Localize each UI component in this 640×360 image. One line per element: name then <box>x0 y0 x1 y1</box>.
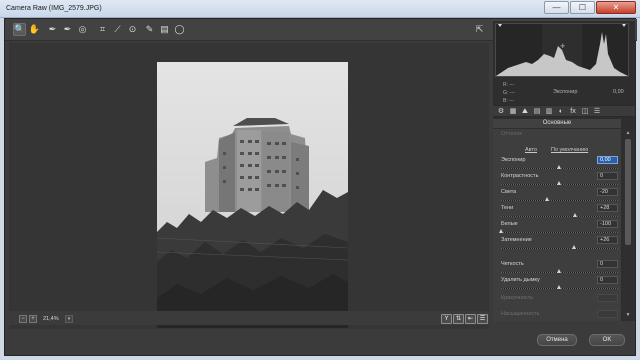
g-label: G: <box>503 90 509 96</box>
zoom-level: 21,4% <box>43 316 59 322</box>
highlights-input[interactable]: -20 <box>597 188 618 196</box>
scroll-thumb[interactable] <box>625 139 631 245</box>
camera-raw-dialog: 🔍 ✋ ✒ ✒ ◎ ⌗ ⟋ ⊙ ✎ ▤ ◯ ⇱ − + 21,4% ▾ Y ⇅ … <box>4 18 637 356</box>
graduated-filter-tool-icon[interactable]: ▤ <box>158 23 171 36</box>
svg-text:✚: ✚ <box>560 43 565 50</box>
blacks-input[interactable]: +26 <box>597 236 618 244</box>
swap-icon[interactable]: ⇅ <box>453 314 464 324</box>
zoom-tool-icon[interactable]: 🔍 <box>13 23 26 36</box>
r-label: R: <box>503 82 508 88</box>
tab-basic-icon[interactable]: ⚙ <box>497 108 505 116</box>
title-bar: Camera Raw (IMG_2579.JPG) — ☐ ✕ <box>0 0 640 18</box>
vibrance-label: Красочность <box>501 295 534 301</box>
dehaze-thumb[interactable] <box>557 285 561 289</box>
tint-label-faded: Оттенок <box>501 131 522 137</box>
g-value: --- <box>509 90 515 96</box>
right-panel: ✚ R: --- G: --- B: --- Экспонир 0,00 ⚙ ▦… <box>493 21 635 321</box>
clarity-thumb[interactable] <box>557 269 561 273</box>
histogram-graph: ✚ <box>496 24 628 76</box>
b-label: B: <box>503 98 508 104</box>
red-eye-tool-icon[interactable]: ⊙ <box>126 23 139 36</box>
panel-scrollbar[interactable]: ▲ ▼ <box>623 129 633 319</box>
contrast-input[interactable]: 0 <box>597 172 618 180</box>
highlights-thumb[interactable] <box>545 197 549 201</box>
cancel-button[interactable]: Отмена <box>537 334 577 346</box>
whites-input[interactable]: -100 <box>597 220 618 228</box>
scroll-down-icon[interactable]: ▼ <box>624 312 632 318</box>
shadows-thumb[interactable] <box>573 213 577 217</box>
auto-link[interactable]: Авто <box>525 147 537 153</box>
b-value: --- <box>509 98 515 104</box>
panel-tabs: ⚙ ▦ ⛰ ▤ ▥ ◐ fx ◫ ☰ <box>493 105 635 117</box>
window-title: Camera Raw (IMG_2579.JPG) <box>6 5 102 12</box>
tab-lens-icon[interactable]: ◐ <box>557 108 565 116</box>
blacks-label: Затемнение <box>501 237 532 243</box>
shadows-input[interactable]: +28 <box>597 204 618 212</box>
maximize-button[interactable]: ☐ <box>570 1 595 14</box>
copy-settings-icon[interactable]: ⇤ <box>465 314 476 324</box>
tab-tone-curve-icon[interactable]: ▦ <box>509 108 517 116</box>
scroll-up-icon[interactable]: ▲ <box>624 130 632 136</box>
minimize-button[interactable]: — <box>544 1 569 14</box>
saturation-input[interactable] <box>597 310 618 318</box>
ok-button[interactable]: OK <box>589 334 625 346</box>
highlights-label: Света <box>501 189 517 195</box>
exposure-readout-value: 0,00 <box>613 89 624 95</box>
blacks-thumb[interactable] <box>572 245 576 249</box>
rgb-readout: R: --- G: --- B: --- <box>503 81 515 105</box>
adjustment-brush-tool-icon[interactable]: ✎ <box>143 23 156 36</box>
before-after-y-icon[interactable]: Y <box>441 314 452 324</box>
zoom-dropdown-icon[interactable]: ▾ <box>65 315 73 323</box>
blacks-slider[interactable] <box>501 248 618 249</box>
highlights-slider[interactable] <box>501 200 618 201</box>
zoom-in-button[interactable]: + <box>29 315 37 323</box>
default-link[interactable]: По умолчанию <box>551 147 588 153</box>
tab-presets-icon[interactable]: ☰ <box>593 108 601 116</box>
vibrance-input[interactable] <box>597 294 618 302</box>
saturation-label: Насыщенность <box>501 311 540 317</box>
white-balance-tool-icon[interactable]: ✒ <box>46 23 59 36</box>
shadows-slider[interactable] <box>501 216 618 217</box>
histogram: ✚ <box>495 23 629 77</box>
whites-slider[interactable] <box>501 232 618 233</box>
tab-hsl-icon[interactable]: ▤ <box>533 108 541 116</box>
preferences-icon[interactable]: ☰ <box>477 314 488 324</box>
tab-effects-icon[interactable]: fx <box>569 108 577 116</box>
image-preview-area[interactable] <box>9 43 489 329</box>
clarity-label: Четкость <box>501 261 524 267</box>
tab-camera-calibration-icon[interactable]: ◫ <box>581 108 589 116</box>
targeted-adjust-tool-icon[interactable]: ◎ <box>76 23 89 36</box>
straighten-tool-icon[interactable]: ⟋ <box>111 23 124 36</box>
contrast-thumb[interactable] <box>557 181 561 185</box>
fullscreen-icon[interactable]: ⇱ <box>473 23 486 36</box>
color-sampler-tool-icon[interactable]: ✒ <box>61 23 74 36</box>
exposure-readout-label: Экспонир <box>553 89 578 95</box>
close-button[interactable]: ✕ <box>596 1 636 14</box>
dehaze-label: Удалить дымку <box>501 277 540 283</box>
exposure-thumb[interactable] <box>557 165 561 169</box>
zoom-out-button[interactable]: − <box>19 315 27 323</box>
panel-title: Основные <box>493 119 621 128</box>
tab-detail-icon[interactable]: ⛰ <box>521 108 529 116</box>
exposure-input[interactable]: 0,00 <box>597 156 618 164</box>
photo-preview <box>157 62 348 328</box>
basic-controls: Оттенок Авто По умолчанию Экспонир 0,00 … <box>493 129 621 321</box>
whites-label: Белые <box>501 221 518 227</box>
whites-thumb[interactable] <box>499 229 503 233</box>
exposure-label: Экспонир <box>501 157 526 163</box>
preview-status-bar: − + 21,4% ▾ Y ⇅ ⇤ ☰ <box>9 311 489 325</box>
tab-split-toning-icon[interactable]: ▥ <box>545 108 553 116</box>
crop-tool-icon[interactable]: ⌗ <box>96 23 109 36</box>
photo-image <box>157 62 348 328</box>
hand-tool-icon[interactable]: ✋ <box>28 23 41 36</box>
shadows-label: Тени <box>501 205 514 211</box>
radial-filter-tool-icon[interactable]: ◯ <box>173 23 186 36</box>
clarity-input[interactable]: 0 <box>597 260 618 268</box>
dehaze-input[interactable]: 0 <box>597 276 618 284</box>
r-value: --- <box>509 82 515 88</box>
contrast-label: Контрастность <box>501 173 539 179</box>
